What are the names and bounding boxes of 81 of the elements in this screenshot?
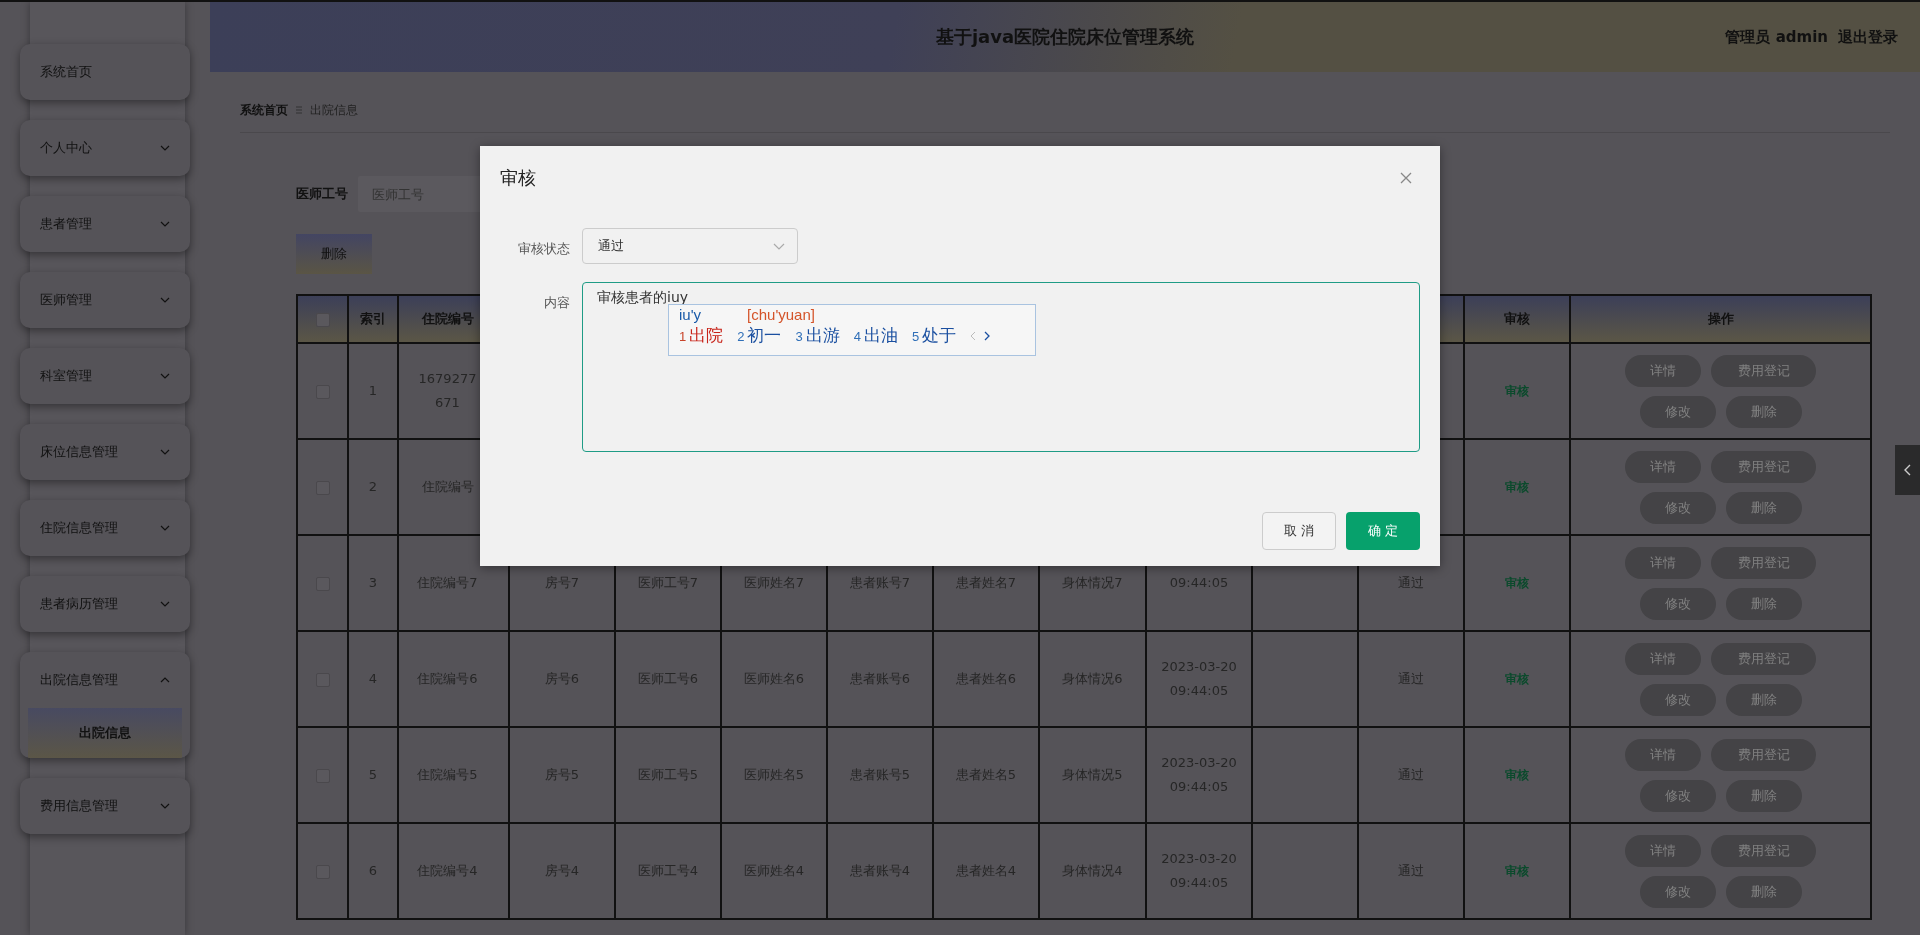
field-label: 内容 [543, 294, 570, 312]
chevron-left-icon [1903, 464, 1912, 476]
details-button[interactable]: 详情 [1625, 834, 1701, 867]
app-title: 基于java医院住院床位管理系统 [935, 25, 1195, 49]
chevron-icon [160, 525, 170, 531]
sidebar-item[interactable]: 患者管理 [20, 196, 190, 252]
delete-row-button[interactable]: 删除 [1725, 875, 1802, 908]
delete-row-button[interactable]: 删除 [1725, 587, 1802, 620]
audit-link[interactable]: 审核 [1505, 863, 1529, 878]
sidebar-item[interactable]: 个人中心 [20, 120, 190, 176]
chevron-icon [160, 677, 170, 683]
ime-candidate[interactable]: 出院 [689, 324, 724, 347]
details-button[interactable]: 详情 [1625, 546, 1701, 579]
chevron-icon [160, 449, 170, 455]
ime-candidate[interactable]: 出游 [805, 324, 840, 347]
edit-button[interactable]: 修改 [1639, 683, 1716, 716]
delete-row-button[interactable]: 删除 [1725, 491, 1802, 524]
chevron-icon [160, 803, 170, 809]
cancel-button[interactable]: 取 消 [1262, 512, 1336, 550]
caret-icon [773, 242, 785, 250]
chevron-icon [160, 601, 170, 607]
user-name: 管理员 admin [1725, 27, 1828, 47]
details-button[interactable]: 详情 [1625, 738, 1701, 771]
logout-link[interactable]: 退出登录 [1838, 27, 1898, 47]
chevron-icon [160, 221, 170, 227]
sidebar-item[interactable]: 出院信息管理 [20, 652, 190, 708]
fee-register-button[interactable]: 费用登记 [1711, 450, 1816, 483]
sidebar-item[interactable]: 系统首页 [20, 44, 190, 100]
delete-row-button[interactable]: 删除 [1725, 779, 1802, 812]
fee-register-button[interactable]: 费用登记 [1711, 642, 1816, 675]
edit-button[interactable]: 修改 [1639, 779, 1716, 812]
details-button[interactable]: 详情 [1625, 642, 1701, 675]
collapse-tab[interactable] [1895, 445, 1920, 495]
delete-row-button[interactable]: 删除 [1725, 683, 1802, 716]
ime-candidate[interactable]: 处于 [922, 324, 957, 347]
sidebar-item[interactable]: 患者病历管理 [20, 576, 190, 632]
delete-button[interactable]: 删除 [296, 234, 372, 274]
audit-link[interactable]: 审核 [1505, 479, 1529, 494]
column-header: 操作 [1707, 311, 1734, 326]
fee-register-button[interactable]: 费用登记 [1711, 354, 1816, 387]
fee-register-button[interactable]: 费用登记 [1711, 738, 1816, 771]
field-label: 审核状态 [517, 240, 570, 258]
sidebar-item[interactable]: 床位信息管理 [20, 424, 190, 480]
sidebar-subitem[interactable]: 出院信息 [28, 708, 182, 758]
sidebar-item[interactable]: 科室管理 [20, 348, 190, 404]
edit-button[interactable]: 修改 [1639, 395, 1716, 428]
search-label: 医师工号 [296, 185, 348, 203]
candidate-number: 3 [795, 329, 803, 344]
details-button[interactable]: 详情 [1625, 354, 1701, 387]
fee-register-button[interactable]: 费用登记 [1711, 546, 1816, 579]
audit-link[interactable]: 审核 [1505, 575, 1529, 590]
chevron-icon [160, 145, 170, 151]
delete-row-button[interactable]: 删除 [1725, 395, 1802, 428]
fee-register-button[interactable]: 费用登记 [1711, 834, 1816, 867]
column-header: 审核 [1504, 311, 1530, 326]
column-header: 住院编号 [421, 311, 474, 326]
candidate-number: 4 [853, 329, 861, 344]
ime-composition: iu'y [679, 306, 702, 323]
chevron-icon [160, 297, 170, 303]
candidate-number: 5 [911, 329, 920, 344]
candidate-number: 1 [679, 329, 687, 344]
status-select[interactable]: 通过 [582, 228, 798, 264]
ime-candidate[interactable]: 初一 [747, 324, 782, 347]
ime-candidate[interactable]: 出油 [863, 324, 898, 347]
audit-link[interactable]: 审核 [1505, 767, 1529, 782]
sidebar-item[interactable]: 住院信息管理 [20, 500, 190, 556]
chevron-icon [160, 373, 170, 379]
edit-button[interactable]: 修改 [1639, 587, 1716, 620]
close-icon[interactable] [1400, 172, 1412, 184]
edit-button[interactable]: 修改 [1639, 875, 1716, 908]
edit-button[interactable]: 修改 [1639, 491, 1716, 524]
sidebar-item[interactable]: 费用信息管理 [20, 778, 190, 834]
candidate-number: 2 [737, 329, 745, 344]
ime-pinyin: [chu'yuan] [747, 306, 815, 323]
audit-link[interactable]: 审核 [1505, 383, 1529, 398]
audit-link[interactable]: 审核 [1505, 671, 1529, 686]
confirm-button[interactable]: 确 定 [1346, 512, 1420, 550]
breadcrumb-item[interactable]: 系统首页 [240, 101, 288, 119]
column-header: 索引 [360, 311, 386, 326]
sidebar-item[interactable]: 医师管理 [20, 272, 190, 328]
details-button[interactable]: 详情 [1625, 450, 1701, 483]
